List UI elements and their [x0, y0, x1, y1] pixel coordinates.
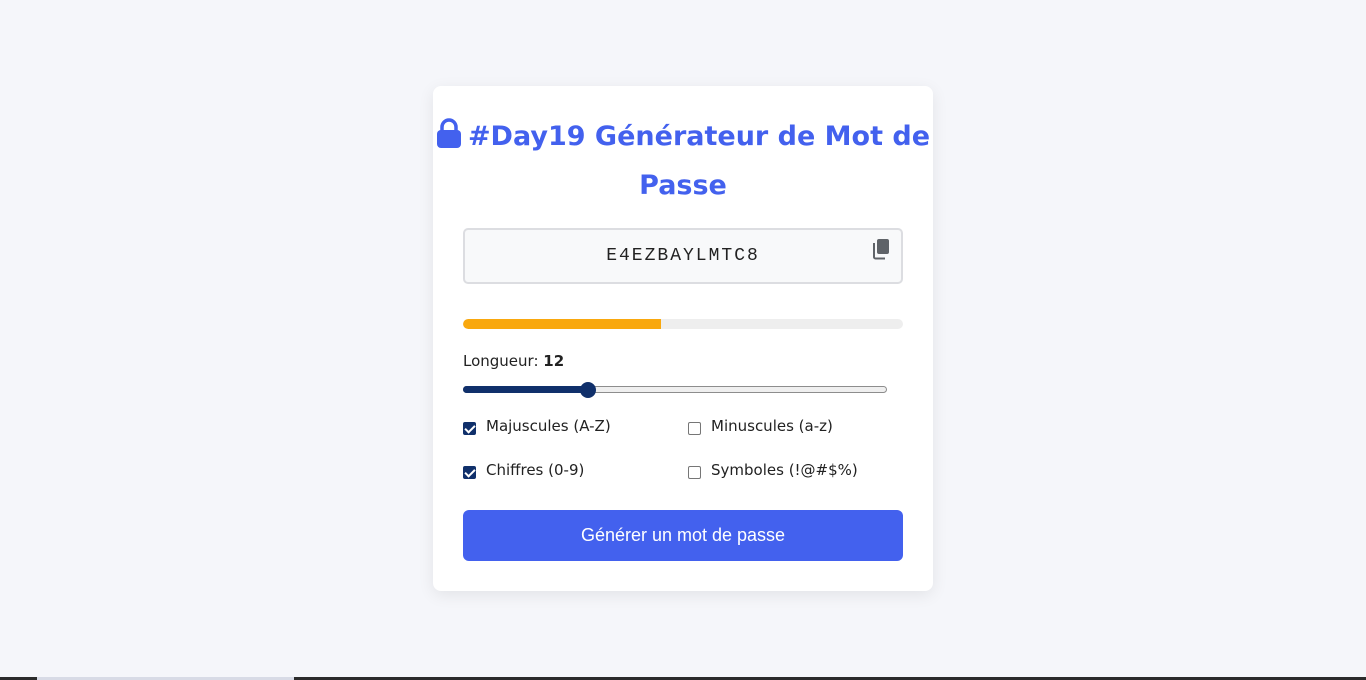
- digits-checkbox[interactable]: [463, 466, 476, 479]
- option-uppercase[interactable]: Majuscules (A-Z): [463, 417, 611, 435]
- password-text: E4EZBAYLMTC8: [606, 246, 760, 266]
- option-lowercase[interactable]: Minuscules (a-z): [688, 417, 833, 435]
- length-label-text: Longueur:: [463, 352, 539, 370]
- symbols-label: Symboles (!@#$%): [711, 461, 858, 479]
- option-symbols[interactable]: Symboles (!@#$%): [688, 461, 858, 479]
- slider-thumb[interactable]: [579, 382, 596, 398]
- length-label: Longueur: 12: [463, 352, 564, 370]
- password-display: E4EZBAYLMTC8: [463, 228, 903, 284]
- lock-icon: [436, 117, 462, 163]
- uppercase-label: Majuscules (A-Z): [486, 417, 611, 435]
- lowercase-label: Minuscules (a-z): [711, 417, 833, 435]
- generator-card: #Day19 Générateur de Mot de Passe E4EZBA…: [433, 86, 933, 591]
- page-title: #Day19 Générateur de Mot de Passe: [433, 114, 933, 209]
- length-value: 12: [543, 352, 565, 370]
- slider-fill: [463, 386, 588, 393]
- strength-meter: [463, 319, 903, 329]
- symbols-checkbox[interactable]: [688, 466, 701, 479]
- digits-label: Chiffres (0-9): [486, 461, 585, 479]
- title-text: #Day19 Générateur de Mot de Passe: [467, 121, 931, 201]
- length-slider[interactable]: [463, 382, 888, 398]
- option-digits[interactable]: Chiffres (0-9): [463, 461, 584, 479]
- lowercase-checkbox[interactable]: [688, 422, 701, 435]
- strength-fill: [463, 319, 661, 329]
- generate-button[interactable]: Générer un mot de passe: [463, 510, 903, 561]
- copy-icon[interactable]: [871, 238, 893, 260]
- uppercase-checkbox[interactable]: [463, 422, 476, 435]
